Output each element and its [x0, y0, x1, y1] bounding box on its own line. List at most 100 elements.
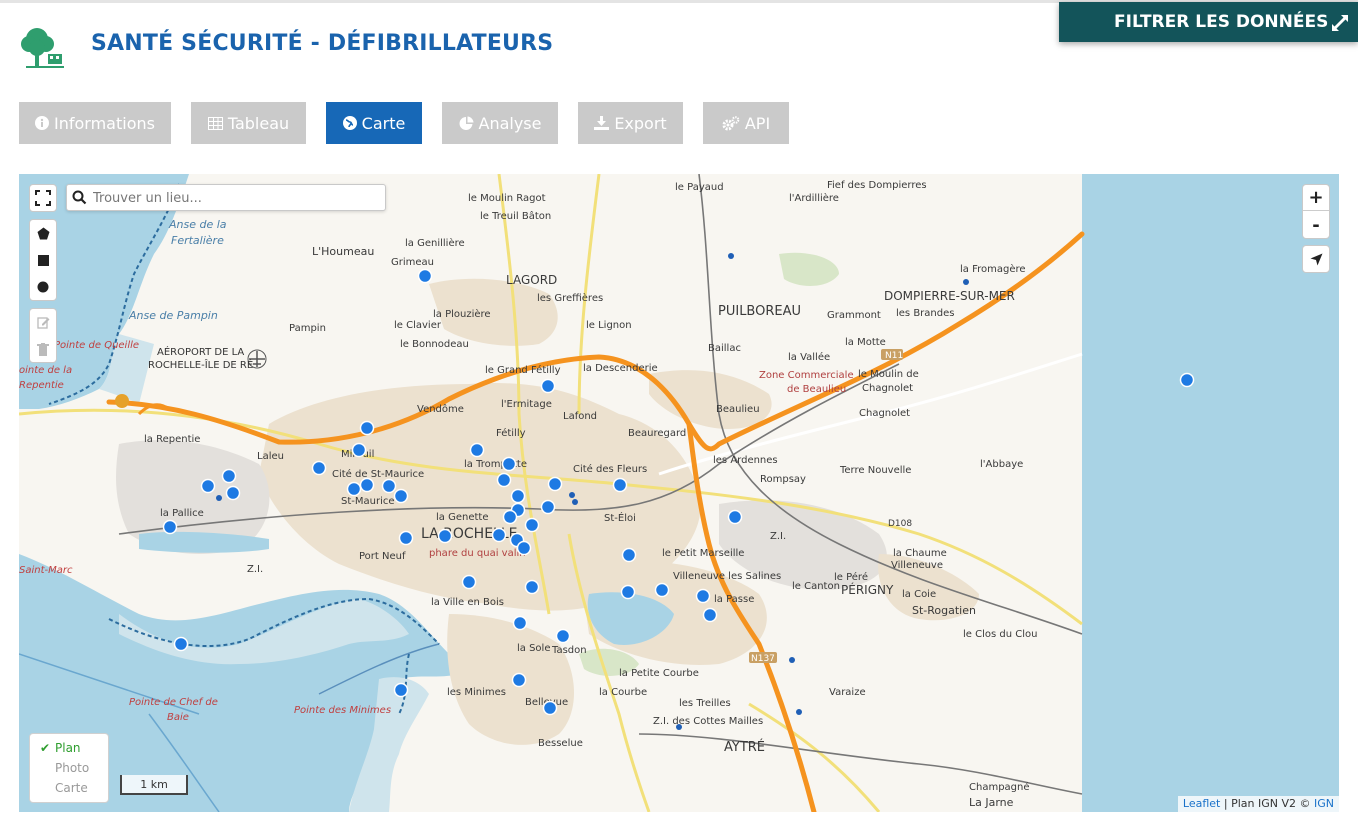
- defibrillator-marker[interactable]: [359, 477, 375, 493]
- defibrillator-marker-small[interactable]: [569, 492, 575, 498]
- defibrillator-marker[interactable]: [621, 547, 637, 563]
- defibrillator-marker[interactable]: [502, 509, 518, 525]
- tab-tableau[interactable]: Tableau: [191, 102, 306, 144]
- search-icon: [72, 190, 87, 205]
- draw-circle-button[interactable]: [30, 274, 56, 300]
- tab-label: Analyse: [478, 113, 542, 133]
- defibrillator-marker[interactable]: [524, 517, 540, 533]
- defibrillator-marker[interactable]: [620, 584, 636, 600]
- defibrillator-marker[interactable]: [540, 499, 556, 515]
- defibrillator-marker-small[interactable]: [676, 724, 682, 730]
- defibrillator-marker[interactable]: [417, 268, 433, 284]
- defibrillator-marker[interactable]: [512, 615, 528, 631]
- expand-icon: [1332, 15, 1348, 31]
- tab-label: Carte: [361, 113, 406, 133]
- tab-carte[interactable]: Carte: [326, 102, 422, 144]
- defibrillator-marker[interactable]: [540, 378, 556, 394]
- edit-toolbar: [29, 308, 57, 363]
- fullscreen-button[interactable]: [29, 184, 57, 212]
- defibrillator-marker[interactable]: [542, 700, 558, 716]
- basemap-label: Carte: [55, 781, 88, 795]
- tab-export[interactable]: Export: [578, 102, 683, 144]
- page-title: SANTÉ SÉCURITÉ - DÉFIBRILLATEURS: [91, 31, 554, 56]
- defibrillator-marker-small[interactable]: [963, 279, 969, 285]
- circle-icon: [37, 281, 49, 293]
- defibrillator-marker[interactable]: [311, 460, 327, 476]
- defibrillator-marker[interactable]: [516, 540, 532, 556]
- tab-label: Tableau: [227, 113, 290, 133]
- locate-button[interactable]: [1302, 245, 1330, 273]
- defibrillator-marker[interactable]: [654, 582, 670, 598]
- globe-icon: [342, 116, 357, 130]
- defibrillator-marker[interactable]: [612, 477, 628, 493]
- attribution-plan: Plan IGN V2 ©: [1231, 797, 1314, 810]
- marker-layer: [162, 253, 1195, 730]
- polygon-icon: [37, 227, 49, 239]
- defibrillator-marker[interactable]: [555, 628, 571, 644]
- check-icon: ✔: [40, 741, 51, 755]
- defibrillator-marker[interactable]: [393, 488, 409, 504]
- zoom-in-button[interactable]: +: [1303, 185, 1329, 211]
- attribution-sep: |: [1220, 797, 1232, 810]
- zoom-out-button[interactable]: -: [1303, 212, 1329, 238]
- defibrillator-marker[interactable]: [496, 472, 512, 488]
- defibrillator-marker[interactable]: [1179, 372, 1195, 388]
- download-icon: [594, 116, 610, 130]
- square-icon: [37, 254, 49, 266]
- defibrillator-marker-small[interactable]: [572, 499, 578, 505]
- tab-analyse[interactable]: Analyse: [442, 102, 558, 144]
- table-icon: [207, 116, 223, 130]
- basemap-label: Plan: [55, 741, 81, 755]
- tab-informations[interactable]: Informations: [19, 102, 171, 144]
- defibrillator-marker[interactable]: [173, 636, 189, 652]
- map-container[interactable]: le Payaud Fief des Dompierres le Moulin Ra…: [19, 174, 1339, 812]
- defibrillator-marker[interactable]: [547, 476, 563, 492]
- tab-api[interactable]: API: [703, 102, 789, 144]
- place-search[interactable]: [66, 184, 386, 211]
- defibrillator-marker[interactable]: [511, 672, 527, 688]
- tree-logo-icon: [21, 28, 64, 68]
- defibrillator-marker-small[interactable]: [216, 495, 222, 501]
- defibrillator-marker[interactable]: [359, 420, 375, 436]
- defibrillator-marker[interactable]: [461, 574, 477, 590]
- defibrillator-marker[interactable]: [393, 682, 409, 698]
- defibrillator-marker-small[interactable]: [789, 657, 795, 663]
- draw-polygon-button[interactable]: [30, 220, 56, 246]
- defibrillator-marker-small[interactable]: [796, 709, 802, 715]
- defibrillator-marker[interactable]: [346, 481, 362, 497]
- defibrillator-marker[interactable]: [381, 478, 397, 494]
- basemap-option-plan[interactable]: ✔ Plan: [30, 738, 108, 758]
- edit-layers-button[interactable]: [30, 309, 56, 335]
- pie-chart-icon: [459, 116, 473, 130]
- scale-bar: 1 km: [120, 775, 188, 795]
- defibrillator-marker[interactable]: [162, 519, 178, 535]
- defibrillator-marker[interactable]: [510, 488, 526, 504]
- ign-link[interactable]: IGN: [1314, 797, 1334, 810]
- tab-label: Export: [614, 113, 667, 133]
- defibrillator-marker[interactable]: [200, 478, 216, 494]
- delete-layers-button[interactable]: [30, 336, 56, 362]
- leaflet-link[interactable]: Leaflet: [1183, 797, 1220, 810]
- basemap-option-carte[interactable]: Carte: [30, 778, 108, 798]
- tab-label: Informations: [54, 113, 155, 133]
- draw-rectangle-button[interactable]: [30, 247, 56, 273]
- defibrillator-marker[interactable]: [702, 607, 718, 623]
- defibrillator-marker[interactable]: [727, 509, 743, 525]
- defibrillator-marker[interactable]: [398, 530, 414, 546]
- defibrillator-marker[interactable]: [225, 485, 241, 501]
- defibrillator-marker[interactable]: [469, 442, 485, 458]
- basemap-option-photo[interactable]: Photo: [30, 758, 108, 778]
- defibrillator-marker-small[interactable]: [728, 253, 734, 259]
- defibrillator-marker[interactable]: [501, 456, 517, 472]
- search-input[interactable]: [91, 188, 380, 208]
- location-arrow-icon: [1310, 253, 1322, 265]
- defibrillator-marker[interactable]: [491, 527, 507, 543]
- defibrillator-marker[interactable]: [524, 579, 540, 595]
- defibrillator-marker[interactable]: [221, 468, 237, 484]
- filter-data-button[interactable]: FILTRER LES DONNÉES: [1059, 2, 1358, 42]
- map-attribution: Leaflet | Plan IGN V2 © IGN: [1177, 796, 1339, 812]
- defibrillator-marker[interactable]: [351, 442, 367, 458]
- filter-data-label: FILTRER LES DONNÉES: [1114, 12, 1329, 32]
- defibrillator-marker[interactable]: [695, 588, 711, 604]
- defibrillator-marker[interactable]: [437, 528, 453, 544]
